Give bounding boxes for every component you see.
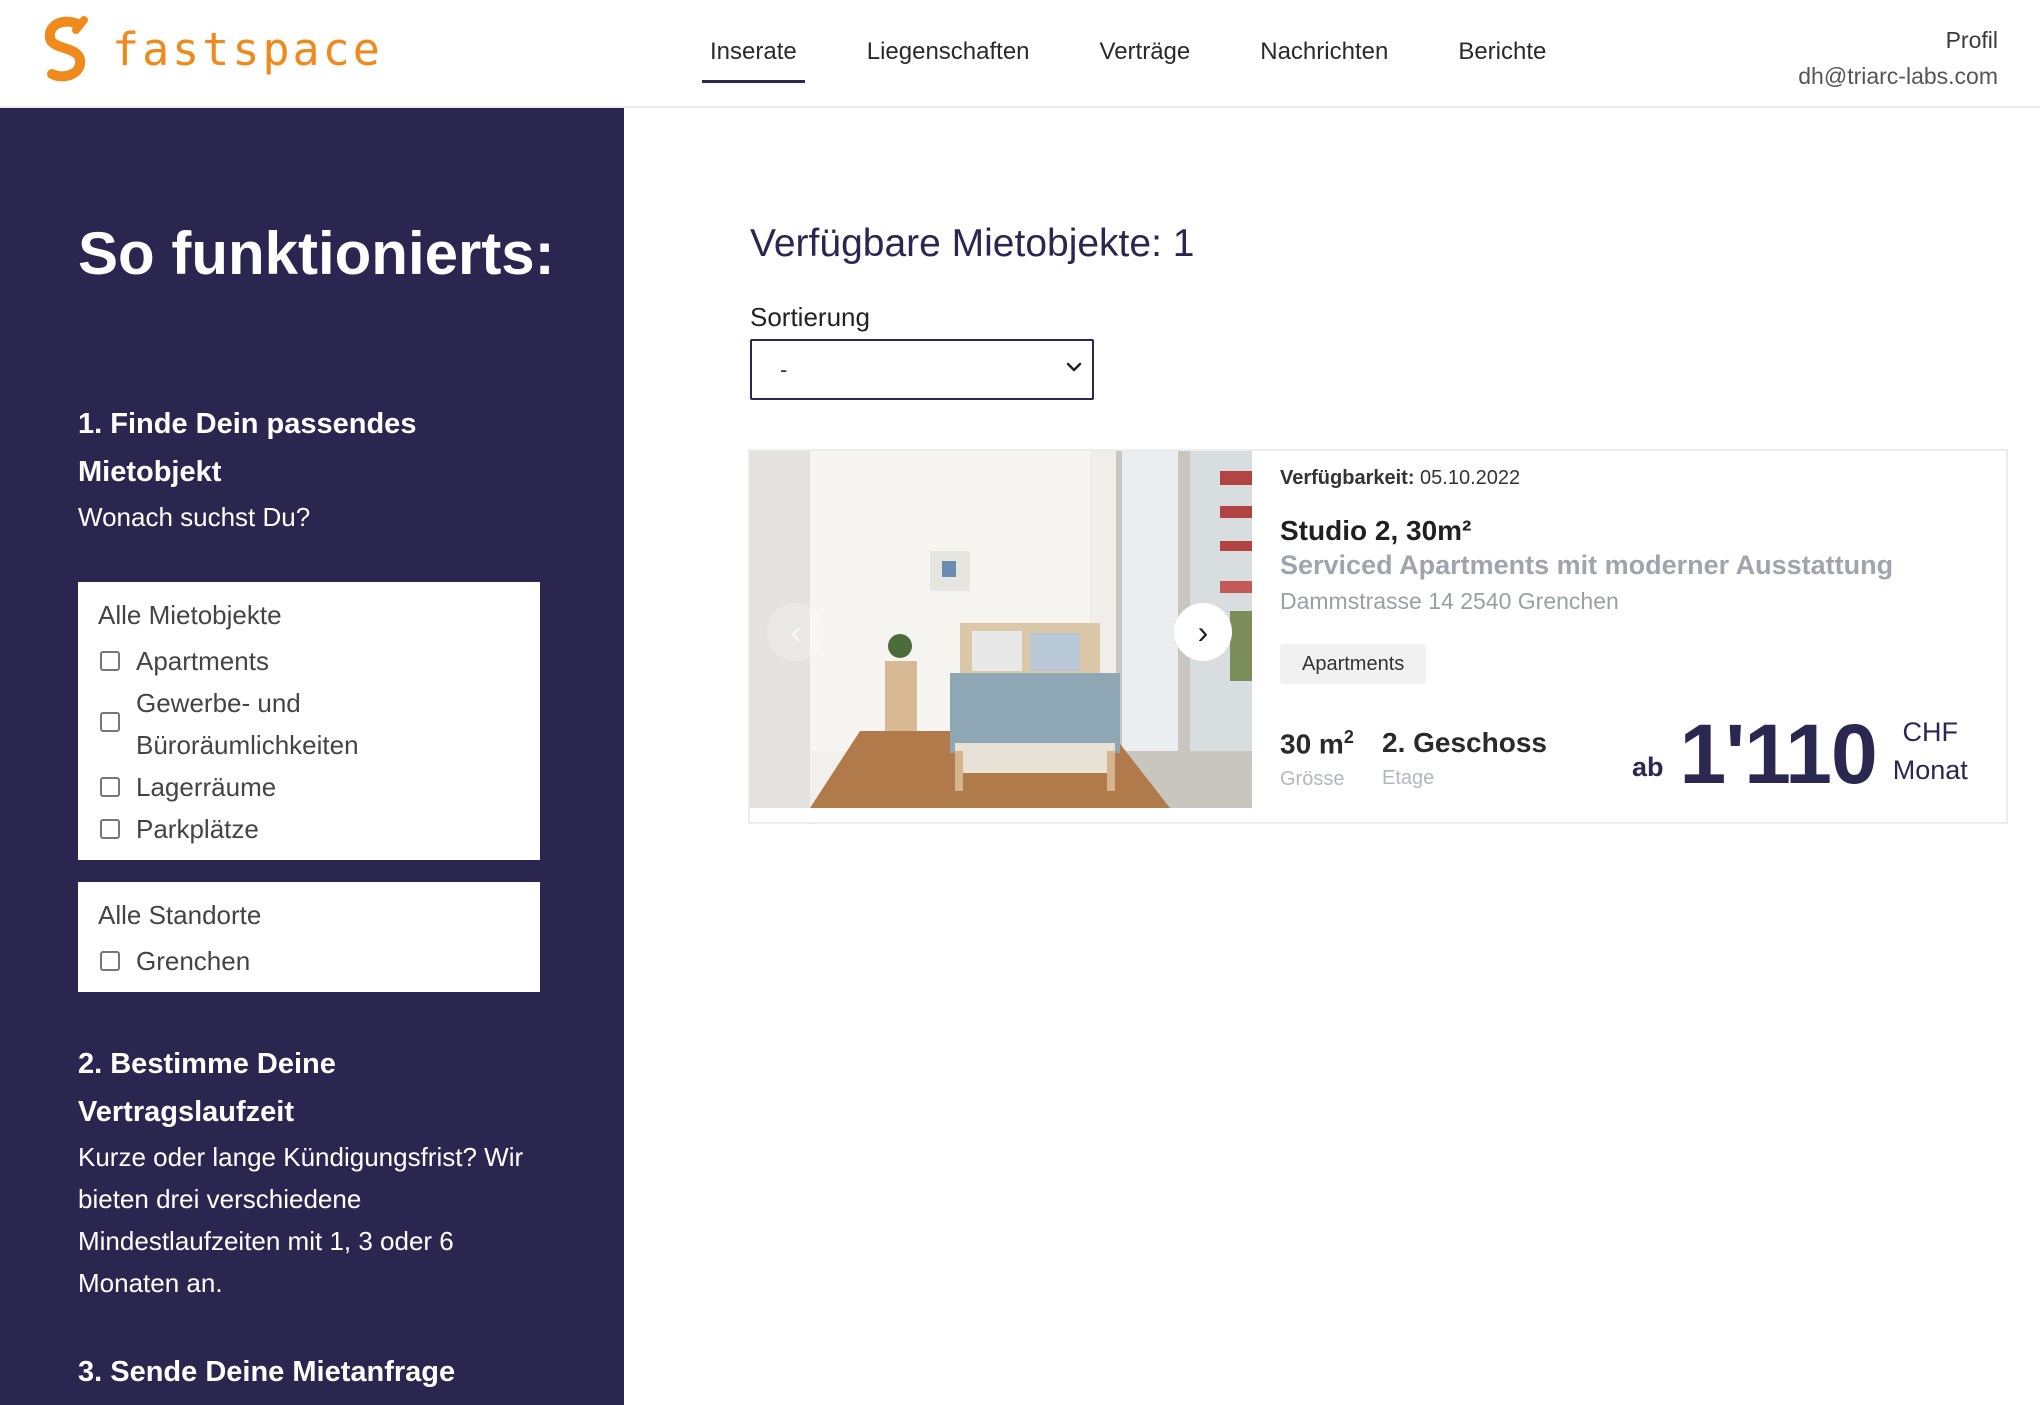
filter-apartments[interactable]: Apartments: [98, 640, 520, 682]
step-2: 2. Bestimme Deine Vertragslaufzeit Kurze…: [78, 1040, 548, 1304]
price-prefix: ab: [1632, 752, 1664, 782]
filter-label: Grenchen: [136, 946, 251, 976]
availability-date: 05.10.2022: [1420, 467, 1521, 489]
filter-label: Apartments: [136, 646, 269, 676]
filter-label: Lagerräume: [136, 772, 277, 802]
price-value: 1'110: [1679, 707, 1878, 801]
step-2-text: Kurze oder lange Kündigungsfrist? Wir bi…: [78, 1142, 524, 1298]
listing-subtitle: Serviced Apartments mit moderner Ausstat…: [1280, 550, 1894, 580]
nav-berichte[interactable]: Berichte: [1458, 38, 1546, 83]
top-header: fastspace Inserate Liegenschaften Verträ…: [0, 0, 2040, 108]
listing-title[interactable]: Studio 2, 30m²: [1280, 515, 1471, 547]
carousel-prev-button[interactable]: ‹: [767, 603, 825, 661]
brand-logo[interactable]: fastspace: [40, 16, 383, 82]
size-value: 30 m: [1280, 728, 1344, 760]
type-filter-title[interactable]: Alle Mietobjekte: [98, 596, 520, 634]
floor-value: 2. Geschoss: [1382, 727, 1547, 758]
profile-email: dh@triarc-labs.com: [1798, 63, 1998, 89]
currency: CHF: [1902, 717, 1959, 747]
step-3-heading: 3. Sende Deine Mietanfrage: [78, 1356, 456, 1388]
type-filter: Alle Mietobjekte Apartments Gewerbe- und…: [78, 582, 540, 860]
listing-photo[interactable]: ‹ ›: [750, 451, 1252, 808]
listing-count-title: Verfügbare Mietobjekte: 1: [750, 222, 1195, 265]
main-nav: Inserate Liegenschaften Verträge Nachric…: [702, 38, 1616, 83]
size-superscript: 2: [1343, 727, 1354, 747]
step-3: 3. Sende Deine Mietanfrage: [78, 1348, 548, 1396]
profile-label[interactable]: Profil: [1798, 22, 1998, 58]
listing-address: Dammstrasse 14 2540 Grenchen: [1280, 588, 1619, 614]
checkbox[interactable]: [100, 819, 120, 839]
carousel-next-button[interactable]: ›: [1174, 603, 1232, 661]
period: Monat: [1892, 755, 1968, 785]
checkbox[interactable]: [100, 777, 120, 797]
listing-type-tag: Apartments: [1280, 644, 1427, 684]
nav-vertraege[interactable]: Verträge: [1100, 38, 1191, 83]
size-label: Grösse: [1280, 768, 1345, 791]
sort-label: Sortierung: [750, 302, 870, 332]
checkbox[interactable]: [100, 951, 120, 971]
step-2-heading: 2. Bestimme Deine Vertragslaufzeit: [78, 1048, 336, 1128]
brand-name: fastspace: [112, 22, 383, 76]
checkbox[interactable]: [100, 712, 120, 732]
availability: Verfügbarkeit: 05.10.2022: [1280, 467, 1520, 490]
step-1-heading: 1. Finde Dein passendes Mietobjekt: [78, 408, 417, 488]
filter-parkplaetze[interactable]: Parkplätze: [98, 808, 520, 850]
listing-card[interactable]: ‹ › Verfügbarkeit: 05.10.2022 Studio 2, …: [748, 449, 2008, 824]
sidebar-title: So funktionierts:: [78, 220, 555, 287]
filter-gewerbe[interactable]: Gewerbe- und Büroräumlichkeiten: [98, 682, 520, 766]
location-filter: Alle Standorte Grenchen: [78, 882, 540, 992]
checkbox[interactable]: [100, 651, 120, 671]
chevron-down-icon: [1066, 362, 1082, 372]
price-unit: CHF Monat: [1893, 713, 1968, 789]
how-it-works-sidebar: So funktionierts: 1. Finde Dein passende…: [0, 108, 624, 1405]
filter-grenchen[interactable]: Grenchen: [98, 940, 520, 982]
nav-inserate[interactable]: Inserate: [702, 38, 805, 83]
fastspace-logo-icon: [44, 16, 88, 82]
sort-value: -: [780, 357, 788, 382]
filter-label: Parkplätze: [136, 814, 259, 844]
nav-nachrichten[interactable]: Nachrichten: [1260, 38, 1388, 83]
filter-lagerraeume[interactable]: Lagerräume: [98, 766, 520, 808]
size-stat: 30 m2 Grösse: [1280, 727, 1354, 791]
location-filter-title[interactable]: Alle Standorte: [98, 896, 520, 934]
nav-liegenschaften[interactable]: Liegenschaften: [867, 38, 1030, 83]
profile-menu[interactable]: Profil dh@triarc-labs.com: [1798, 22, 1998, 94]
price-block: ab 1'110 CHF Monat: [1632, 707, 1968, 801]
filter-label: Gewerbe- und Büroräumlichkeiten: [136, 688, 359, 760]
availability-label: Verfügbarkeit:: [1280, 467, 1415, 489]
floor-label: Etage: [1382, 767, 1435, 789]
step-1: 1. Finde Dein passendes Mietobjekt Wonac…: [78, 400, 548, 538]
sort-select[interactable]: -: [750, 339, 1094, 400]
step-1-text: Wonach suchst Du?: [78, 502, 311, 532]
floor-stat: 2. Geschoss Etage: [1382, 727, 1547, 790]
